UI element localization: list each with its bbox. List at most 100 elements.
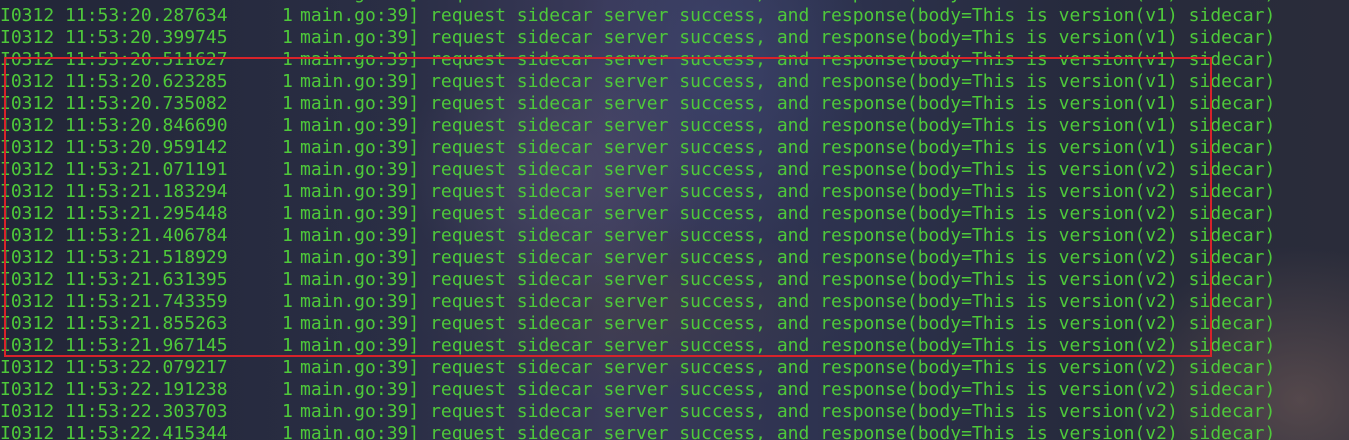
- log-message: request sidecar server success, and resp…: [430, 181, 1276, 202]
- log-timestamp: I0312 11:53:20.287634: [0, 5, 228, 26]
- log-message: request sidecar server success, and resp…: [430, 423, 1276, 440]
- log-source: main.go:39]: [300, 137, 420, 158]
- log-thread-id: 1: [282, 379, 293, 400]
- log-message: request sidecar server success, and resp…: [430, 0, 1275, 4]
- log-message: request sidecar server success, and resp…: [430, 225, 1276, 246]
- log-thread-id: 1: [282, 93, 293, 114]
- log-message: request sidecar server success, and resp…: [430, 137, 1276, 158]
- log-timestamp: I0312 11:53:21.855263: [0, 313, 228, 334]
- log-source: main.go:39]: [300, 27, 420, 48]
- log-message: request sidecar server success, and resp…: [430, 291, 1276, 312]
- log-message: request sidecar server success, and resp…: [430, 335, 1276, 356]
- log-source: main.go:39]: [300, 159, 420, 180]
- log-thread-id: 1: [282, 247, 293, 268]
- log-message: request sidecar server success, and resp…: [430, 379, 1276, 400]
- log-timestamp: I0312 11:53:21.743359: [0, 291, 228, 312]
- log-line: I0312 11:53:21.967145 1 main.go:39] reques…: [0, 335, 1275, 357]
- log-source: main.go:39]: [300, 401, 420, 422]
- log-message: request sidecar server success, and resp…: [430, 5, 1276, 26]
- log-thread-id: 1: [282, 313, 293, 334]
- log-timestamp: I0312 11:53:20.511627: [0, 49, 228, 70]
- log-message: request sidecar server success, and resp…: [430, 71, 1276, 92]
- log-thread-id: 1: [282, 49, 293, 70]
- log-line: I0312 11:53:21.855263 1 main.go:39] reques…: [0, 313, 1275, 335]
- log-timestamp: I0312 11:53:20.959142: [0, 137, 228, 158]
- log-line: I0312 11:53:21.406784 1 main.go:39] reques…: [0, 225, 1275, 247]
- log-source: main.go:39]: [300, 335, 420, 356]
- log-source: main.go:39]: [300, 423, 420, 440]
- log-timestamp: I0312 11:53:21.631395: [0, 269, 228, 290]
- log-line: I0312 11:53:21.631395 1 main.go:39] reques…: [0, 269, 1275, 291]
- log-output[interactable]: I0312 11:53:20.1755221main.go:39] reques…: [0, 0, 1275, 440]
- log-line: I0312 11:53:20.287634 1 main.go:39] reques…: [0, 5, 1275, 27]
- log-timestamp: I0312 11:53:21.518929: [0, 247, 228, 268]
- log-line: I0312 11:53:21.183294 1 main.go:39] reques…: [0, 181, 1275, 203]
- log-thread-id: 1: [282, 335, 293, 356]
- log-message: request sidecar server success, and resp…: [430, 115, 1276, 136]
- log-source: main.go:39]: [300, 357, 420, 378]
- log-message: request sidecar server success, and resp…: [430, 401, 1276, 422]
- log-thread-id: 1: [282, 181, 293, 202]
- log-thread-id: 1: [282, 137, 293, 158]
- log-source: main.go:39]: [300, 49, 420, 70]
- log-thread-id: 1: [282, 27, 293, 48]
- log-source: main.go:39]: [300, 115, 420, 136]
- log-thread-id: 1: [282, 71, 293, 92]
- log-source: main.go:39]: [300, 269, 420, 290]
- log-line: I0312 11:53:20.735082 1 main.go:39] reques…: [0, 93, 1275, 115]
- log-message: request sidecar server success, and resp…: [430, 203, 1276, 224]
- log-line: I0312 11:53:20.511627 1 main.go:39] reques…: [0, 49, 1275, 71]
- log-source: main.go:39]: [300, 181, 420, 202]
- log-timestamp: I0312 11:53:21.295448: [0, 203, 228, 224]
- log-timestamp: I0312 11:53:20.399745: [0, 27, 228, 48]
- log-line: I0312 11:53:22.415344 1 main.go:39] reques…: [0, 423, 1275, 440]
- log-source: main.go:39]: [300, 225, 420, 246]
- log-message: request sidecar server success, and resp…: [430, 357, 1276, 378]
- log-thread-id: 1: [282, 269, 293, 290]
- log-thread-id: 1: [282, 115, 293, 136]
- log-message: request sidecar server success, and resp…: [430, 93, 1276, 114]
- log-thread-id: 1: [282, 203, 293, 224]
- log-timestamp: I0312 11:53:21.967145: [0, 335, 228, 356]
- log-line: I0312 11:53:21.518929 1 main.go:39] reques…: [0, 247, 1275, 269]
- log-timestamp: I0312 11:53:22.191238: [0, 379, 228, 400]
- log-message: request sidecar server success, and resp…: [430, 159, 1276, 180]
- log-line: I0312 11:53:21.295448 1 main.go:39] reques…: [0, 203, 1275, 225]
- log-timestamp: I0312 11:53:20.623285: [0, 71, 228, 92]
- log-source: main.go:39]: [300, 93, 420, 114]
- log-source: main.go:39]: [300, 313, 420, 334]
- log-message: request sidecar server success, and resp…: [430, 27, 1276, 48]
- log-line: I0312 11:53:22.191238 1 main.go:39] reques…: [0, 379, 1275, 401]
- log-timestamp: I0312 11:53:20.846690: [0, 115, 228, 136]
- log-timestamp: I0312 11:53:21.071191: [0, 159, 228, 180]
- log-timestamp: I0312 11:53:20.735082: [0, 93, 228, 114]
- log-thread-id: 1: [282, 225, 293, 246]
- log-source: main.go:39]: [300, 5, 420, 26]
- log-source: main.go:39]: [300, 203, 420, 224]
- log-message: request sidecar server success, and resp…: [430, 49, 1276, 70]
- log-line: I0312 11:53:22.079217 1 main.go:39] reques…: [0, 357, 1275, 379]
- log-line: I0312 11:53:21.743359 1 main.go:39] reques…: [0, 291, 1275, 313]
- log-timestamp: I0312 11:53:22.415344: [0, 423, 228, 440]
- log-source: main.go:39]: [300, 247, 420, 268]
- log-timestamp: I0312 11:53:21.406784: [0, 225, 228, 246]
- log-message: request sidecar server success, and resp…: [430, 313, 1276, 334]
- log-line: I0312 11:53:20.623285 1 main.go:39] reques…: [0, 71, 1275, 93]
- log-message: request sidecar server success, and resp…: [430, 269, 1276, 290]
- log-thread-id: 1: [282, 291, 293, 312]
- log-line: I0312 11:53:22.303703 1 main.go:39] reques…: [0, 401, 1275, 423]
- log-message: request sidecar server success, and resp…: [430, 247, 1276, 268]
- terminal-window[interactable]: I0312 11:53:20.1755221main.go:39] reques…: [0, 0, 1349, 440]
- log-source: main.go:39]: [300, 71, 420, 92]
- log-line: I0312 11:53:20.846690 1 main.go:39] reques…: [0, 115, 1275, 137]
- log-source: main.go:39]: [300, 291, 420, 312]
- log-thread-id: 1: [282, 423, 293, 440]
- log-source: main.go:39]: [300, 379, 420, 400]
- log-line: I0312 11:53:21.071191 1 main.go:39] reques…: [0, 159, 1275, 181]
- log-thread-id: 1: [282, 159, 293, 180]
- log-line: I0312 11:53:20.399745 1 main.go:39] reques…: [0, 27, 1275, 49]
- log-line: I0312 11:53:20.959142 1 main.go:39] reques…: [0, 137, 1275, 159]
- log-thread-id: 1: [282, 401, 293, 422]
- log-timestamp: I0312 11:53:22.303703: [0, 401, 228, 422]
- log-timestamp: I0312 11:53:22.079217: [0, 357, 228, 378]
